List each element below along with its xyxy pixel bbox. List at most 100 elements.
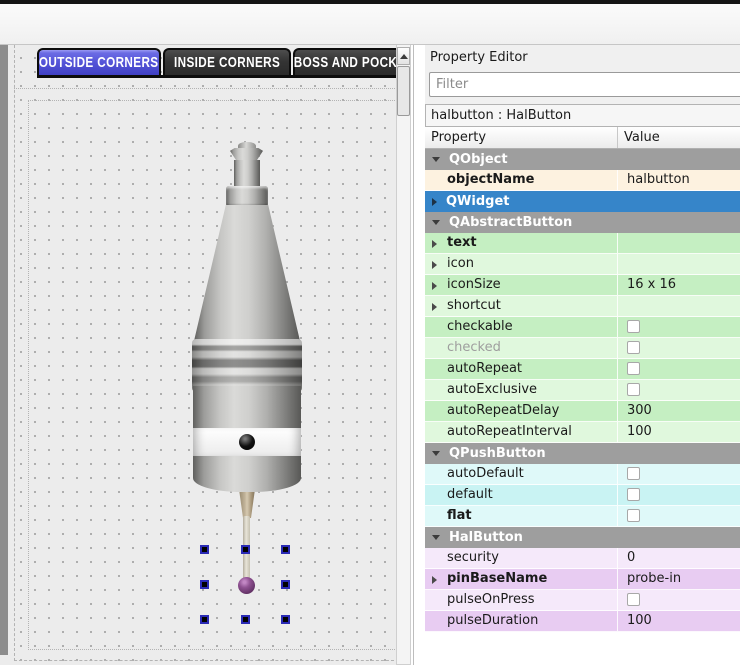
property-value-cell[interactable] [618,254,740,275]
property-row-flat[interactable]: flat [425,506,740,527]
property-row-checked[interactable]: checked [425,338,740,359]
property-value-cell[interactable]: 300 [618,401,740,422]
property-name-cell[interactable]: text [425,233,618,254]
expanded-arrow-icon[interactable] [432,451,440,456]
property-name-cell[interactable]: default [425,485,618,506]
form-design-canvas[interactable]: OUTSIDE CORNERS INSIDE CORNERS BOSS AND PO… [8,45,404,665]
property-row-checkable[interactable]: checkable [425,317,740,338]
property-row-objectName[interactable]: objectNamehalbutton [425,170,740,191]
property-value-cell[interactable] [618,233,740,254]
property-value-cell[interactable] [618,485,740,506]
property-row-security[interactable]: security0 [425,548,740,569]
property-row-autoRepeat[interactable]: autoRepeat [425,359,740,380]
canvas-vertical-scrollbar[interactable] [396,45,411,665]
property-group-qwidget[interactable]: QWidget [425,191,740,212]
selection-handle[interactable] [281,545,290,554]
checkbox-unchecked[interactable] [627,320,640,333]
property-group-qabstractbutton[interactable]: QAbstractButton [425,212,740,233]
property-row-autoDefault[interactable]: autoDefault [425,464,740,485]
selection-handle[interactable] [281,615,290,624]
property-group-halbutton[interactable]: HalButton [425,527,740,548]
property-value-cell[interactable]: halbutton [618,170,740,191]
property-value-cell[interactable]: 100 [618,422,740,443]
property-row-default[interactable]: default [425,485,740,506]
collapsed-arrow-icon[interactable] [432,240,437,248]
collapseed-arrow-icon[interactable] [432,198,437,206]
property-value-cell[interactable] [618,338,740,359]
column-header-property[interactable]: Property [425,127,618,148]
property-value-cell[interactable]: 0 [618,548,740,569]
selection-handle[interactable] [241,545,250,554]
property-name-cell[interactable]: security [425,548,618,569]
selection-handle[interactable] [241,615,250,624]
property-value-cell[interactable] [618,380,740,401]
filter-input[interactable] [429,72,740,97]
property-name-cell[interactable]: autoDefault [425,464,618,485]
property-name-cell[interactable]: checkable [425,317,618,338]
property-row-autoRepeatInterval[interactable]: autoRepeatInterval100 [425,422,740,443]
property-row-pulseDuration[interactable]: pulseDuration100 [425,611,740,632]
collapsed-arrow-icon[interactable] [432,576,437,584]
property-name-cell[interactable]: pinBaseName [425,569,618,590]
property-row-pinBaseName[interactable]: pinBaseNameprobe-in [425,569,740,590]
collapsed-arrow-icon[interactable] [432,303,437,311]
tab-boss-and-pocket[interactable]: BOSS AND POCKET [293,48,404,75]
property-name-cell[interactable]: autoRepeat [425,359,618,380]
selection-handle[interactable] [200,545,209,554]
property-row-text[interactable]: text [425,233,740,254]
expanded-arrow-icon[interactable] [432,157,440,162]
property-row-autoRepeatDelay[interactable]: autoRepeatDelay300 [425,401,740,422]
property-group-qobject[interactable]: QObject [425,149,740,170]
property-name-cell[interactable]: flat [425,506,618,527]
property-value-cell[interactable]: probe-in [618,569,740,590]
column-header-value[interactable]: Value [618,127,740,148]
tab-inside-corners[interactable]: INSIDE CORNERS [163,48,291,75]
property-value-cell[interactable] [618,464,740,485]
scroll-up-button[interactable] [397,47,410,65]
scrollbar-thumb[interactable] [397,66,410,116]
tab-outside-corners[interactable]: OUTSIDE CORNERS [37,48,161,75]
selection-handle[interactable] [200,615,209,624]
property-value-cell[interactable]: 16 x 16 [618,275,740,296]
expanded-arrow-icon[interactable] [432,220,440,225]
panel-splitter[interactable] [411,45,425,665]
checkbox-unchecked[interactable] [627,593,640,606]
property-value-cell[interactable] [618,317,740,338]
property-row-iconSize[interactable]: iconSize16 x 16 [425,275,740,296]
property-value-cell[interactable] [618,506,740,527]
checkbox-unchecked[interactable] [627,341,640,354]
property-name-cell[interactable]: autoRepeatDelay [425,401,618,422]
property-name-cell[interactable]: icon [425,254,618,275]
expanded-arrow-icon[interactable] [432,535,440,540]
property-row-icon[interactable]: icon [425,254,740,275]
checkbox-unchecked[interactable] [627,362,640,375]
property-name-cell[interactable]: pulseOnPress [425,590,618,611]
property-name-cell[interactable]: iconSize [425,275,618,296]
tab-bar-underline [37,75,404,78]
tab-label: INSIDE CORNERS [174,54,280,71]
collapsed-arrow-icon[interactable] [432,282,437,290]
selection-handle[interactable] [281,580,290,589]
property-value-cell[interactable] [618,590,740,611]
property-value-cell[interactable] [618,359,740,380]
property-table-header: Property Value [425,127,740,149]
property-name: checkable [447,319,513,334]
property-row-autoExclusive[interactable]: autoExclusive [425,380,740,401]
property-name-cell[interactable]: checked [425,338,618,359]
property-group-qpushbutton[interactable]: QPushButton [425,443,740,464]
checkbox-unchecked[interactable] [627,509,640,522]
property-name-cell[interactable]: pulseDuration [425,611,618,632]
checkbox-unchecked[interactable] [627,488,640,501]
property-name-cell[interactable]: shortcut [425,296,618,317]
property-row-pulseOnPress[interactable]: pulseOnPress [425,590,740,611]
property-value-cell[interactable]: 100 [618,611,740,632]
property-value-cell[interactable] [618,296,740,317]
property-name-cell[interactable]: autoExclusive [425,380,618,401]
collapsed-arrow-icon[interactable] [432,261,437,269]
checkbox-unchecked[interactable] [627,467,640,480]
checkbox-unchecked[interactable] [627,383,640,396]
property-name-cell[interactable]: objectName [425,170,618,191]
property-row-shortcut[interactable]: shortcut [425,296,740,317]
property-name-cell[interactable]: autoRepeatInterval [425,422,618,443]
selection-handle[interactable] [200,580,209,589]
